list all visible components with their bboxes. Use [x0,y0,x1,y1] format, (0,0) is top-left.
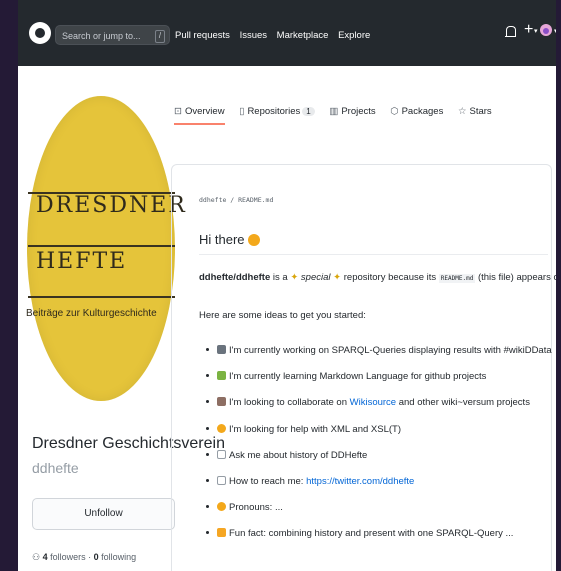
list-item: How to reach me: https://twitter.com/ddh… [199,471,539,493]
avatar-rule [28,296,175,298]
list-item: I'm looking to collaborate on Wikisource… [199,392,539,414]
list-item: Ask me about history of DDHefte [199,445,539,467]
repo-name: ddhefte/ddhefte [199,272,271,283]
header-nav: Pull requests Issues Marketplace Explore [175,30,377,41]
following-count[interactable]: 0 [94,552,99,562]
follow-stats: ⚇ 4 followers · 0 following [32,552,137,562]
followers-label[interactable]: followers [50,552,86,562]
smiley-icon [217,502,226,512]
special-text: special [300,272,331,283]
nav-issues[interactable]: Issues [240,30,267,41]
people-holding-hands-icon [217,397,226,407]
twitter-link[interactable]: https://twitter.com/ddhefte [306,476,414,487]
profile-login: ddhefte [32,460,79,476]
bell-icon[interactable] [505,26,516,37]
divider [199,254,548,255]
avatar-rule [28,245,175,247]
avatar-text-hefte: HEFTE [36,249,128,274]
chevron-down-icon: ▾ [534,28,538,35]
list-item: Pronouns: ... [199,497,539,519]
people-icon: ⚇ [32,552,43,562]
wikisource-link[interactable]: Wikisource [350,397,396,408]
avatar[interactable] [540,24,552,36]
list-item: I'm looking for help with XML and XSL(T) [199,419,539,441]
search-input[interactable]: Search or jump to... / [55,25,170,45]
nav-pull-requests[interactable]: Pull requests [175,30,230,41]
profile-tabs: ⊡ Overview ▯ Repositories 1 ▥ Projects ⬡ Pack… [174,106,504,128]
readme-filename: README.md [438,274,476,283]
mailbox-icon [217,475,226,485]
tab-overview[interactable]: ⊡ Overview [174,106,225,125]
readme-title: Hi there [199,232,260,247]
telescope-icon [217,345,226,354]
project-icon: ▥ [329,106,339,117]
nav-explore[interactable]: Explore [338,30,370,41]
github-logo-icon[interactable] [29,22,51,44]
header: Search or jump to... / Pull requests Iss… [18,0,556,66]
speech-bubble-icon [217,449,226,459]
seedling-icon [217,371,226,381]
readme-intro: ddhefte/ddhefte is a ✦ special ✦ reposit… [199,272,556,283]
readme-path[interactable]: ddhefte / README.md [199,196,273,204]
lightning-icon [217,528,226,538]
plus-icon[interactable]: + [524,22,533,38]
repositories-count: 1 [302,107,315,116]
list-item: I'm currently learning Markdown Language… [199,366,539,388]
list-item: Fun fact: combining history and present … [199,523,539,545]
tab-packages[interactable]: ⬡ Packages [390,106,443,117]
sparkles-icon: ✦ [290,272,299,283]
book-icon: ⊡ [174,106,182,117]
following-label[interactable]: following [101,552,136,562]
list-item: I'm currently working on SPARQL-Queries … [199,340,552,362]
search-placeholder: Search or jump to... [62,31,141,41]
tab-stars[interactable]: ☆ Stars [458,106,492,117]
star-icon: ☆ [457,106,467,117]
search-shortcut-key: / [155,30,165,43]
ideas-intro: Here are some ideas to get you started: [199,310,366,321]
avatar-subtitle: Beiträge zur Kulturgeschichte [26,308,157,319]
sparkles-icon: ✦ [333,272,342,283]
repo-icon: ▯ [239,106,245,117]
avatar-text-dresdner: DRESDNER [36,193,187,218]
profile-page: Search or jump to... / Pull requests Iss… [18,0,556,571]
nav-marketplace[interactable]: Marketplace [277,30,329,41]
tab-projects[interactable]: ▥ Projects [329,106,375,117]
followers-count[interactable]: 4 [43,552,48,562]
tab-repositories[interactable]: ▯ Repositories 1 [239,106,315,117]
chevron-down-icon: ▾ [554,28,556,35]
thinking-face-icon [217,423,226,433]
ideas-list: I'm currently working on SPARQL-Queries … [199,340,552,550]
package-icon: ⬡ [390,106,399,117]
waving-hand-icon [247,234,260,246]
unfollow-button[interactable]: Unfollow [32,498,175,530]
